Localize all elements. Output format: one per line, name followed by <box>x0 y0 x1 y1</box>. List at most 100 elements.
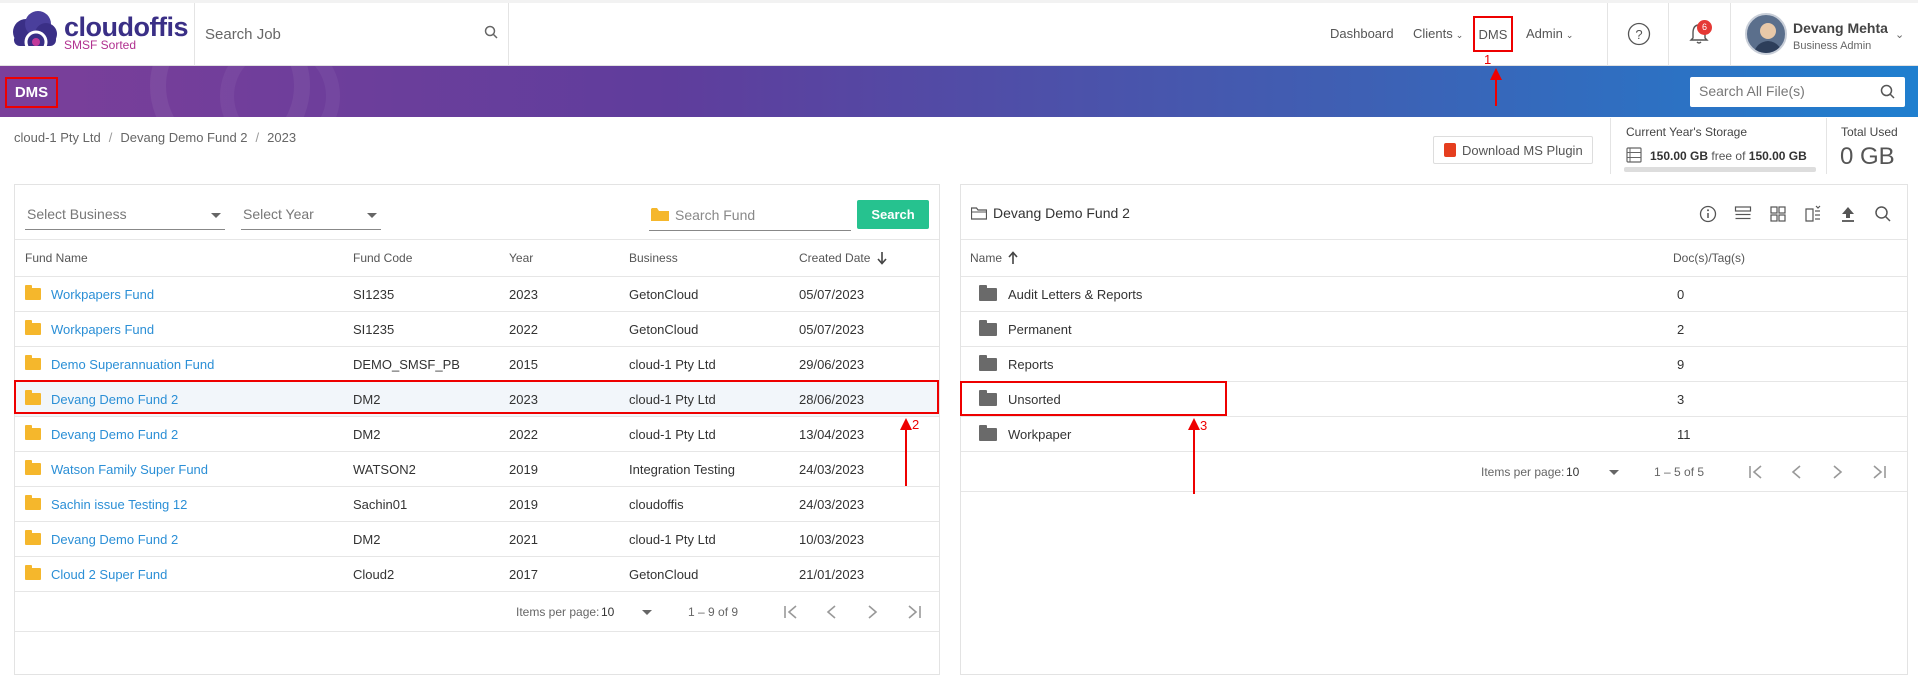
cell-fund-name[interactable]: Demo Superannuation Fund <box>25 347 214 381</box>
breadcrumb-item[interactable]: Devang Demo Fund 2 <box>120 130 247 145</box>
select-year-label: Select Year <box>243 206 314 222</box>
table-row[interactable]: Devang Demo Fund 2 DM2 2023 cloud-1 Pty Ltd… <box>15 382 939 417</box>
logo-subtitle: SMSF Sorted <box>64 38 137 52</box>
logo[interactable]: cloudoffis SMSF Sorted <box>6 8 189 58</box>
list-item[interactable]: Workpaper 11 <box>961 417 1907 452</box>
user-name[interactable]: Devang Mehta <box>1793 20 1888 36</box>
cell-fund-name[interactable]: Workpapers Fund <box>25 312 154 346</box>
list-item[interactable]: Reports 9 <box>961 347 1907 382</box>
fund-name-link[interactable]: Devang Demo Fund 2 <box>51 392 178 407</box>
cell-fund-name[interactable]: Sachin issue Testing 12 <box>25 487 187 521</box>
search-icon[interactable] <box>484 25 498 39</box>
cell-created-date: 24/03/2023 <box>799 496 865 512</box>
step-number-3: 3 <box>1200 418 1208 433</box>
cell-fund-code: DM2 <box>353 391 381 407</box>
fund-name-link[interactable]: Cloud 2 Super Fund <box>51 567 167 582</box>
cell-business: cloud-1 Pty Ltd <box>629 356 716 372</box>
folder-icon <box>979 424 997 441</box>
breadcrumb-item[interactable]: cloud-1 Pty Ltd <box>14 130 101 145</box>
col-business[interactable]: Business <box>629 240 678 276</box>
fund-name-link[interactable]: Sachin issue Testing 12 <box>51 497 187 512</box>
previous-page-icon[interactable] <box>1790 452 1804 492</box>
search-fund-field[interactable] <box>649 201 851 231</box>
upload-icon[interactable] <box>1839 205 1857 223</box>
cell-folder-name[interactable]: Permanent <box>979 312 1072 346</box>
select-business[interactable]: Select Business <box>25 200 225 230</box>
list-item[interactable]: Audit Letters & Reports 0 <box>961 277 1907 312</box>
nav-dms[interactable]: DMS <box>1473 16 1513 52</box>
search-icon[interactable] <box>1880 84 1895 99</box>
help-icon[interactable]: ? <box>1627 22 1651 46</box>
cell-fund-name[interactable]: Cloud 2 Super Fund <box>25 557 167 591</box>
last-page-icon[interactable] <box>1869 452 1887 492</box>
fund-name-link[interactable]: Devang Demo Fund 2 <box>51 532 178 547</box>
cell-fund-name[interactable]: Devang Demo Fund 2 <box>25 417 178 451</box>
annotation-arrow-line <box>1193 428 1195 494</box>
search-fund-input[interactable] <box>675 207 845 223</box>
caret-down-icon[interactable] <box>1609 452 1619 492</box>
info-icon[interactable] <box>1699 205 1717 223</box>
next-page-icon[interactable] <box>865 592 879 632</box>
cell-folder-name[interactable]: Unsorted <box>979 382 1061 416</box>
cell-fund-name[interactable]: Workpapers Fund <box>25 277 154 311</box>
previous-page-icon[interactable] <box>825 592 839 632</box>
search-button[interactable]: Search <box>857 200 929 229</box>
folder-panel: Devang Demo Fund 2 Name Doc(s)/Tag(s) Au… <box>960 184 1908 675</box>
cell-folder-name[interactable]: Workpaper <box>979 417 1071 451</box>
chevron-down-icon[interactable]: ⌄ <box>1895 28 1904 41</box>
list-view-icon[interactable] <box>1734 205 1752 223</box>
table-row[interactable]: Cloud 2 Super Fund Cloud2 2017 GetonCloud 21… <box>15 557 939 592</box>
col-created-date[interactable]: Created Date <box>799 240 888 276</box>
cell-fund-name[interactable]: Devang Demo Fund 2 <box>25 522 178 556</box>
col-docs-tags[interactable]: Doc(s)/Tag(s) <box>1673 240 1745 276</box>
last-page-icon[interactable] <box>904 592 922 632</box>
table-row[interactable]: Sachin issue Testing 12 Sachin01 2019 cloud… <box>15 487 939 522</box>
col-name[interactable]: Name <box>970 240 1019 276</box>
list-item[interactable]: Permanent 2 <box>961 312 1907 347</box>
table-row[interactable]: Devang Demo Fund 2 DM2 2022 cloud-1 Pty Ltd… <box>15 417 939 452</box>
caret-down-icon[interactable] <box>642 592 652 632</box>
cell-folder-name[interactable]: Audit Letters & Reports <box>979 277 1142 311</box>
folder-name: Audit Letters & Reports <box>1008 286 1143 302</box>
col-fund-name[interactable]: Fund Name <box>25 240 88 276</box>
page-size-select[interactable]: 10 <box>1566 452 1579 492</box>
cell-created-date: 29/06/2023 <box>799 356 865 372</box>
fund-name-link[interactable]: Workpapers Fund <box>51 322 154 337</box>
search-all-files-input[interactable] <box>1699 83 1869 99</box>
select-year[interactable]: Select Year <box>241 200 381 230</box>
avatar[interactable] <box>1745 13 1787 55</box>
search-all-files[interactable] <box>1690 77 1905 107</box>
breadcrumb-item[interactable]: 2023 <box>267 130 296 145</box>
page-size-select[interactable]: 10 <box>601 592 614 632</box>
download-ms-plugin-button[interactable]: Download MS Plugin <box>1433 136 1593 164</box>
list-item[interactable]: Unsorted 3 <box>961 382 1907 417</box>
fund-name-link[interactable]: Watson Family Super Fund <box>51 462 208 477</box>
nav-admin[interactable]: Admin ⌄ <box>1526 26 1573 41</box>
cell-fund-name[interactable]: Watson Family Super Fund <box>25 452 208 486</box>
divider <box>194 3 195 66</box>
cell-created-date: 10/03/2023 <box>799 531 865 547</box>
table-row[interactable]: Demo Superannuation Fund DEMO_SMSF_PB 2015… <box>15 347 939 382</box>
table-row[interactable]: Watson Family Super Fund WATSON2 2019 Integ… <box>15 452 939 487</box>
col-fund-code[interactable]: Fund Code <box>353 240 412 276</box>
table-row[interactable]: Devang Demo Fund 2 DM2 2021 cloud-1 Pty Ltd… <box>15 522 939 557</box>
nav-clients[interactable]: Clients ⌄ <box>1413 26 1463 41</box>
first-page-icon[interactable] <box>1748 452 1766 492</box>
grid-view-icon[interactable] <box>1769 205 1787 223</box>
col-year[interactable]: Year <box>509 240 533 276</box>
table-row[interactable]: Workpapers Fund SI1235 2022 GetonCloud 05/07… <box>15 312 939 347</box>
first-page-icon[interactable] <box>783 592 801 632</box>
fund-name-link[interactable]: Devang Demo Fund 2 <box>51 427 178 442</box>
fund-name-link[interactable]: Workpapers Fund <box>51 287 154 302</box>
sort-files-icon[interactable] <box>1804 205 1822 223</box>
cell-year: 2023 <box>509 286 538 302</box>
cell-folder-name[interactable]: Reports <box>979 347 1054 381</box>
search-job-input[interactable]: Search Job <box>205 26 281 43</box>
nav-dashboard[interactable]: Dashboard <box>1330 26 1394 41</box>
search-icon[interactable] <box>1874 205 1892 223</box>
cell-fund-name[interactable]: Devang Demo Fund 2 <box>25 382 178 416</box>
next-page-icon[interactable] <box>1830 452 1844 492</box>
table-row[interactable]: Workpapers Fund SI1235 2023 GetonCloud 05/07… <box>15 277 939 312</box>
folder-icon <box>979 354 997 371</box>
fund-name-link[interactable]: Demo Superannuation Fund <box>51 357 214 372</box>
